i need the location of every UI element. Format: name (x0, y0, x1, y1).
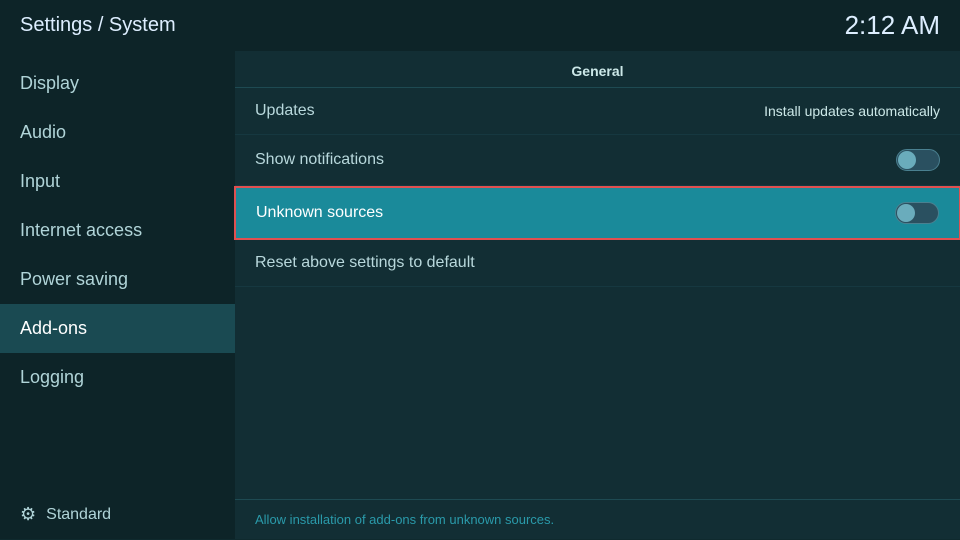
section-header: General (235, 51, 960, 88)
page-title: Settings / System (20, 14, 176, 37)
setting-row-updates[interactable]: Updates Install updates automatically (235, 88, 960, 135)
toggle-unknown-sources[interactable] (895, 202, 939, 224)
setting-row-unknown-sources[interactable]: Unknown sources (234, 186, 960, 240)
setting-label-updates: Updates (255, 102, 315, 120)
setting-row-show-notifications[interactable]: Show notifications (235, 135, 960, 186)
sidebar-item-input[interactable]: Input (0, 157, 235, 206)
content-area: General Updates Install updates automati… (235, 51, 960, 499)
main-content: General Updates Install updates automati… (235, 51, 960, 539)
header: Settings / System 2:12 AM (0, 0, 960, 51)
footer-text: Allow installation of add-ons from unkno… (235, 499, 960, 539)
clock: 2:12 AM (845, 10, 940, 41)
main-layout: Display Audio Input Internet access Powe… (0, 51, 960, 539)
setting-row-reset-settings[interactable]: Reset above settings to default (235, 240, 960, 287)
setting-label-unknown-sources: Unknown sources (256, 204, 383, 222)
setting-label-show-notifications: Show notifications (255, 151, 384, 169)
sidebar-item-logging[interactable]: Logging (0, 353, 235, 402)
setting-value-updates: Install updates automatically (764, 103, 940, 119)
sidebar-bottom[interactable]: ⚙ Standard (0, 490, 235, 539)
sidebar-item-audio[interactable]: Audio (0, 108, 235, 157)
sidebar: Display Audio Input Internet access Powe… (0, 51, 235, 539)
gear-icon: ⚙ (20, 504, 36, 525)
toggle-show-notifications[interactable] (896, 149, 940, 171)
sidebar-item-internet-access[interactable]: Internet access (0, 206, 235, 255)
sidebar-bottom-label: Standard (46, 506, 111, 524)
sidebar-item-add-ons[interactable]: Add-ons (0, 304, 235, 353)
sidebar-item-power-saving[interactable]: Power saving (0, 255, 235, 304)
sidebar-item-display[interactable]: Display (0, 59, 235, 108)
setting-label-reset-settings: Reset above settings to default (255, 254, 475, 272)
